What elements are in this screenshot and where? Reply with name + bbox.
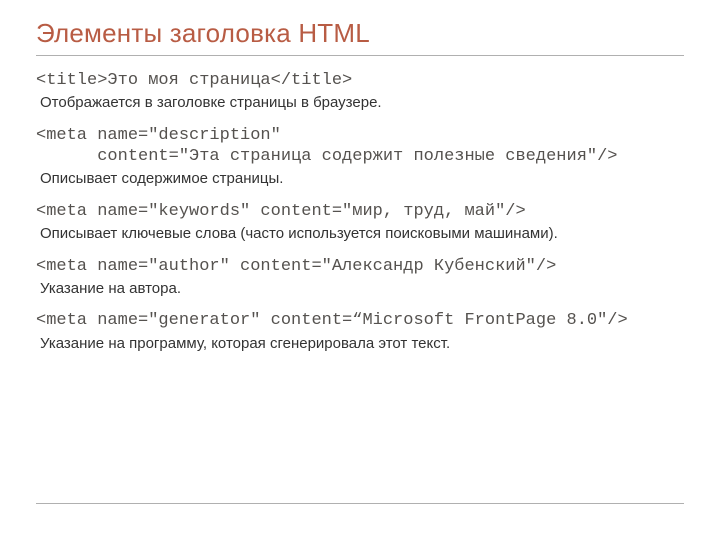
code-snippet: <meta name="description" content="Эта ст… bbox=[36, 125, 684, 168]
code-description: Указание на автора. bbox=[40, 279, 684, 299]
code-snippet: <meta name="keywords" content="мир, труд… bbox=[36, 201, 684, 222]
slide-title: Элементы заголовка HTML bbox=[36, 18, 684, 49]
code-snippet: <title>Это моя страница</title> bbox=[36, 70, 684, 91]
item-title: <title>Это моя страница</title> Отобража… bbox=[36, 70, 684, 113]
code-description: Отображается в заголовке страницы в брау… bbox=[40, 93, 684, 113]
item-meta-generator: <meta name="generator" content=“Microsof… bbox=[36, 310, 684, 353]
code-snippet: <meta name="author" content="Александр К… bbox=[36, 256, 684, 277]
code-description: Описывает содержимое страницы. bbox=[40, 169, 684, 189]
slide: Элементы заголовка HTML <title>Это моя с… bbox=[0, 0, 720, 540]
code-description: Указание на программу, которая сгенериро… bbox=[40, 334, 684, 354]
item-meta-keywords: <meta name="keywords" content="мир, труд… bbox=[36, 201, 684, 244]
item-meta-author: <meta name="author" content="Александр К… bbox=[36, 256, 684, 299]
code-snippet: <meta name="generator" content=“Microsof… bbox=[36, 310, 684, 331]
title-divider bbox=[36, 55, 684, 56]
item-meta-description: <meta name="description" content="Эта ст… bbox=[36, 125, 684, 189]
code-description: Описывает ключевые слова (часто использу… bbox=[40, 224, 684, 244]
footer-divider bbox=[36, 503, 684, 504]
